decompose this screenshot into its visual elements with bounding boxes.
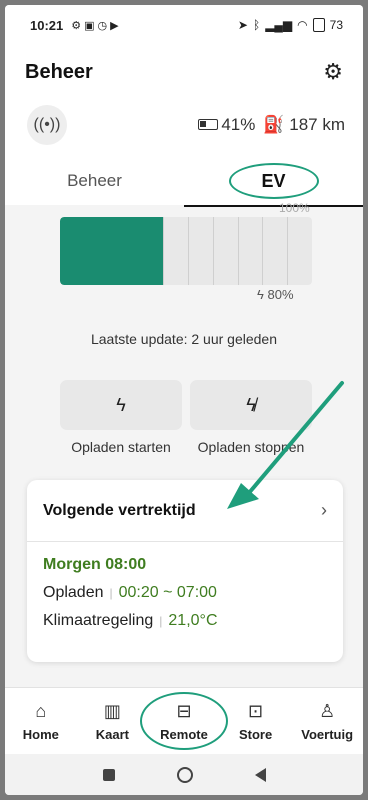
annotation-circle: [228, 163, 319, 199]
nav-store[interactable]: ⊡ Store: [220, 688, 292, 754]
climate-value: 21,0°C: [168, 612, 218, 629]
stop-charging-button[interactable]: ϟ̸ Opladen stoppen: [190, 380, 312, 455]
charge-limit-value: 80%: [267, 287, 294, 302]
charge-limit-label: ϟ 80%: [257, 287, 294, 302]
wifi-icon: ◠: [297, 18, 308, 32]
nav-home[interactable]: ⌂ Home: [5, 688, 77, 754]
lightning-icon[interactable]: ϟ: [60, 380, 182, 430]
bluetooth-icon: ᛒ: [252, 18, 261, 32]
status-right: ➤ ᛒ ▂▄▆ ◠ 73: [238, 18, 343, 32]
page-title: Beheer: [25, 60, 93, 83]
back-button[interactable]: [254, 767, 266, 782]
nav-map[interactable]: ▥ Kaart: [77, 688, 149, 754]
stop-charging-label: Opladen stoppen: [197, 439, 305, 455]
battery-segment: [287, 217, 312, 285]
lightning-off-icon[interactable]: ϟ̸: [190, 380, 312, 430]
charge-window-row: Opladen | 00:20 ~ 07:00: [43, 584, 327, 602]
nav-vehicle[interactable]: ♙ Voertuig: [291, 688, 363, 754]
fuel-pump-icon: ⛽: [263, 115, 285, 134]
nav-vehicle-label: Voertuig: [301, 726, 354, 742]
start-charging-button[interactable]: ϟ Opladen starten: [60, 380, 182, 455]
shopping-bag-icon: ⊡: [248, 700, 264, 721]
nav-store-label: Store: [238, 726, 273, 742]
vehicle-stats: 41% ⛽ 187 km: [198, 115, 345, 135]
climate-row: Klimaatregeling | 21,0°C: [43, 612, 327, 630]
system-nav-bar: [5, 754, 363, 795]
nav-map-label: Kaart: [95, 726, 130, 742]
range-stat: ⛽ 187 km: [263, 115, 345, 135]
status-time: 10:21: [30, 17, 64, 33]
charge-window-value: 00:20 ~ 07:00: [118, 584, 217, 601]
battery-max-label: 100%: [279, 201, 310, 215]
signal-icon: ▂▄▆: [265, 18, 293, 32]
range-value: 187 km: [289, 115, 345, 134]
vehicle-info-row: ((•)) 41% ⛽ 187 km: [27, 105, 345, 145]
home-button[interactable]: [176, 766, 193, 783]
climate-label: Klimaatregeling: [43, 612, 154, 629]
battery-segment: [163, 217, 188, 285]
charge-actions: ϟ Opladen starten ϟ̸ Opladen stoppen: [60, 380, 312, 455]
battery-segment: [212, 217, 238, 285]
tab-ev[interactable]: EV: [184, 155, 363, 207]
annotation-circle: [139, 692, 228, 750]
nav-home-label: Home: [22, 726, 59, 742]
tab-beheer[interactable]: Beheer: [5, 155, 184, 207]
card-header: Volgende vertrektijd ›: [27, 480, 343, 542]
last-update-text: Laatste update: 2 uur geleden: [90, 331, 278, 347]
battery-segment: [262, 217, 287, 285]
departure-time: Morgen 08:00: [43, 556, 147, 573]
tab-beheer-label: Beheer: [67, 171, 122, 190]
vehicle-person-icon: ♙: [319, 700, 336, 721]
battery-fill: [60, 217, 164, 285]
card-body: Morgen 08:00 Opladen | 00:20 ~ 07:00 Kli…: [27, 542, 343, 644]
chevron-right-icon: ›: [321, 500, 327, 520]
battery-percent: 41%: [221, 115, 256, 134]
battery-level-bar: [60, 217, 312, 285]
car-battery-icon: [198, 119, 219, 130]
battery-level: 73: [329, 18, 343, 32]
connection-signal-icon[interactable]: ((•)): [27, 105, 67, 145]
battery-segment: [188, 217, 213, 285]
notification-icons: ⚙▣◷▶: [71, 19, 122, 32]
card-title: Volgende vertrektijd: [43, 501, 196, 519]
bottom-nav: ⌂ Home ▥ Kaart ⊟ Remote ⊡ Store ♙ Voertu…: [5, 687, 363, 754]
status-bar: 10:21 ⚙▣◷▶ ➤ ᛒ ▂▄▆ ◠ 73: [5, 5, 363, 45]
settings-gear-icon[interactable]: ⚙: [323, 59, 343, 85]
location-icon: ➤: [237, 18, 248, 32]
divider: |: [159, 614, 163, 628]
home-icon: ⌂: [35, 700, 47, 721]
charge-window-label: Opladen: [43, 584, 104, 601]
tab-bar: Beheer EV: [5, 155, 363, 207]
map-icon: ▥: [103, 700, 121, 721]
battery-stat: 41%: [198, 115, 255, 135]
recents-button[interactable]: [102, 768, 115, 781]
app-bar: Beheer ⚙: [25, 57, 343, 87]
phone-screen: 10:21 ⚙▣◷▶ ➤ ᛒ ▂▄▆ ◠ 73 Beheer ⚙ ((•)) 4…: [5, 5, 363, 795]
battery-icon: [312, 18, 325, 32]
divider: |: [109, 586, 113, 600]
start-charging-label: Opladen starten: [71, 439, 171, 455]
next-departure-card[interactable]: Volgende vertrektijd › Morgen 08:00 Opla…: [27, 480, 343, 662]
nav-remote[interactable]: ⊟ Remote: [139, 688, 228, 754]
battery-segment: [237, 217, 263, 285]
